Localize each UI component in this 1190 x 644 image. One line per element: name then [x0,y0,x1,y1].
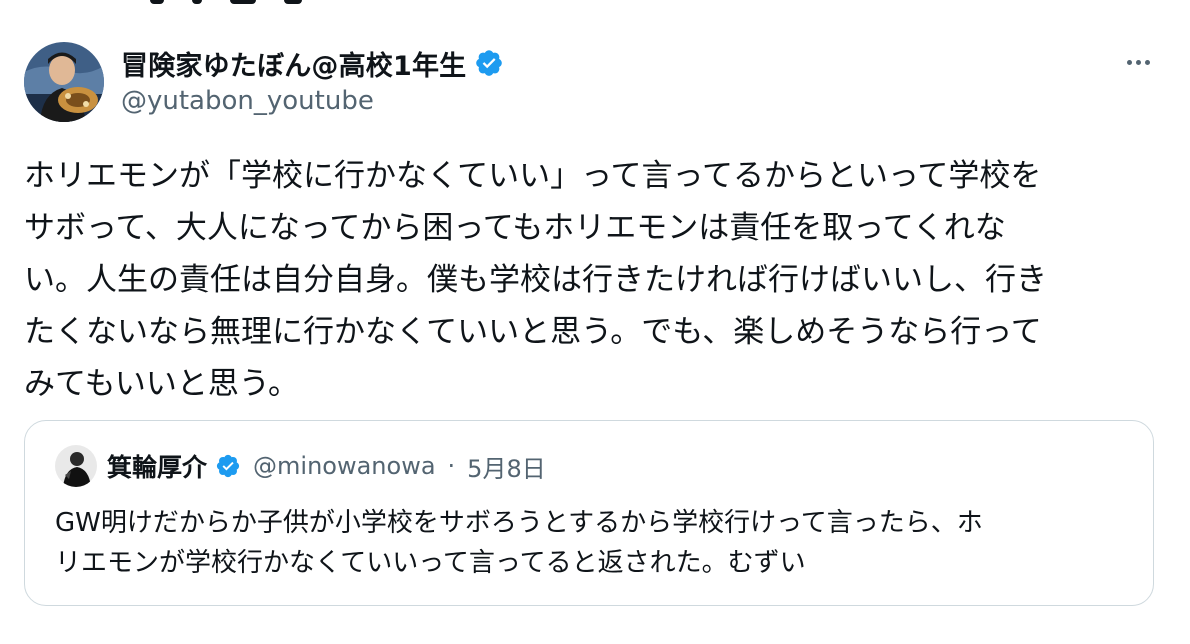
quoted-tweet-text: GW明けだからか子供が小学校をサボろうとするから学校行けって言ったら、ホ リエモ… [55,503,1135,583]
tweet-text-line: い。人生の責任は自分自身。僕も学校は行きたければ行けばいいし、行き [24,262,1047,298]
quoted-text-line: リエモンが学校行かなくていいって言ってると返された。むずい [55,548,806,578]
quoted-text-line: GW明けだからか子供が小学校をサボろうとするから学校行けって言ったら、ホ [55,508,983,538]
quoted-display-name: 箕輪厚介 [107,453,208,482]
display-name[interactable]: 冒険家ゆたぼん@高校1年生 [121,44,466,83]
verified-badge-icon [476,50,503,76]
more-options-icon[interactable] [1118,48,1158,76]
tweet-text-line: みてもいいと思う。 [24,366,299,402]
tweet-text-line: たくないなら無理に行かなくていいと思う。でも、楽しめそうなら行って [24,314,1042,350]
quoted-date[interactable]: 5月8日 [467,449,546,484]
tweet-view: 冒険家ゆたぼん@高校1年生 @yutabon_youtube ホリエモンが「学校… [0,0,1190,644]
verified-badge-icon [216,454,240,478]
tweet-text-line: ホリエモンが「学校に行かなくていい」って言ってるからといって学校を [24,158,1042,194]
quoted-avatar[interactable] [55,445,97,487]
tweet-text: ホリエモンが「学校に行かなくていい」って言ってるからといって学校を サボって、大… [24,150,1154,410]
author-name-row: 冒険家ゆたぼん@高校1年生 [121,44,504,82]
cropped-previous-text [120,0,330,6]
author-handle[interactable]: @yutabon_youtube [121,86,374,116]
tweet-text-line: サボって、大人になってから困ってもホリエモンは責任を取ってくれな [24,210,1006,246]
quoted-tweet-card[interactable]: 箕輪厚介 @minowanowa · 5月8日 GW明けだからか子供が小学校をサ… [24,420,1154,606]
meta-separator: · [447,452,456,480]
quoted-handle: @minowanowa [253,452,436,480]
quoted-header: 箕輪厚介 @minowanowa · 5月8日 [107,445,546,487]
avatar[interactable] [24,42,104,122]
